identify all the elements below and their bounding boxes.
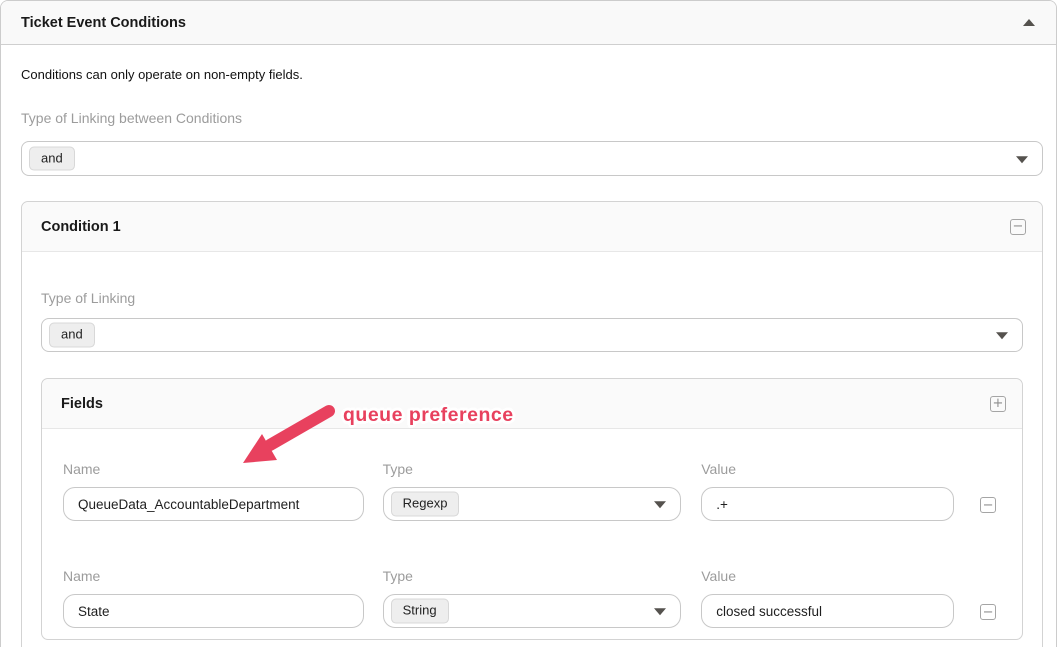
- condition-1-panel: Condition 1 − Type of Linking and Fields…: [21, 201, 1043, 647]
- remove-field-icon[interactable]: −: [980, 497, 996, 513]
- fields-header: Fields +: [42, 379, 1022, 429]
- chevron-down-icon: [1016, 156, 1028, 163]
- ticket-event-conditions-widget: Ticket Event Conditions Conditions can o…: [0, 0, 1057, 647]
- field-row: Name Type String Val: [63, 568, 996, 628]
- add-field-icon[interactable]: +: [990, 396, 1006, 412]
- collapse-widget-icon[interactable]: [1023, 19, 1035, 26]
- selected-type-chip[interactable]: Regexp: [391, 492, 460, 517]
- fields-body: Name Type Regexp Val: [42, 461, 1022, 639]
- remove-field-icon[interactable]: −: [980, 604, 996, 620]
- type-column-label: Type: [383, 568, 682, 584]
- conditions-hint-text: Conditions can only operate on non-empty…: [21, 67, 1043, 82]
- selected-type-chip[interactable]: String: [391, 599, 449, 624]
- chevron-down-icon: [996, 332, 1008, 339]
- chevron-down-icon: [654, 608, 666, 615]
- fields-title: Fields: [61, 396, 103, 412]
- linking-between-conditions-select[interactable]: and: [21, 141, 1043, 176]
- remove-condition-icon[interactable]: −: [1010, 219, 1026, 235]
- condition-1-title: Condition 1: [41, 219, 121, 235]
- fields-panel: Fields + Name Type: [41, 378, 1023, 640]
- type-of-linking-label: Type of Linking: [41, 290, 1023, 306]
- name-column-label: Name: [63, 461, 364, 477]
- widget-body: Conditions can only operate on non-empty…: [1, 67, 1056, 647]
- chevron-down-icon: [654, 501, 666, 508]
- field-type-select[interactable]: String: [383, 594, 682, 628]
- value-column-label: Value: [701, 568, 954, 584]
- selected-linking-chip[interactable]: and: [29, 146, 75, 171]
- field-value-input[interactable]: [701, 487, 954, 521]
- name-column-label: Name: [63, 568, 364, 584]
- linking-between-conditions-label: Type of Linking between Conditions: [21, 110, 1043, 126]
- type-column-label: Type: [383, 461, 682, 477]
- widget-title: Ticket Event Conditions: [21, 15, 186, 31]
- field-type-select[interactable]: Regexp: [383, 487, 682, 521]
- condition-1-body: Type of Linking and Fields + Name: [22, 290, 1042, 640]
- field-row: Name Type Regexp Val: [63, 461, 996, 521]
- field-name-input[interactable]: [63, 594, 364, 628]
- condition-1-header: Condition 1 −: [22, 202, 1042, 252]
- field-value-input[interactable]: [701, 594, 954, 628]
- selected-linking-chip[interactable]: and: [49, 323, 95, 348]
- widget-header: Ticket Event Conditions: [1, 1, 1056, 45]
- value-column-label: Value: [701, 461, 954, 477]
- type-of-linking-select[interactable]: and: [41, 318, 1023, 352]
- field-name-input[interactable]: [63, 487, 364, 521]
